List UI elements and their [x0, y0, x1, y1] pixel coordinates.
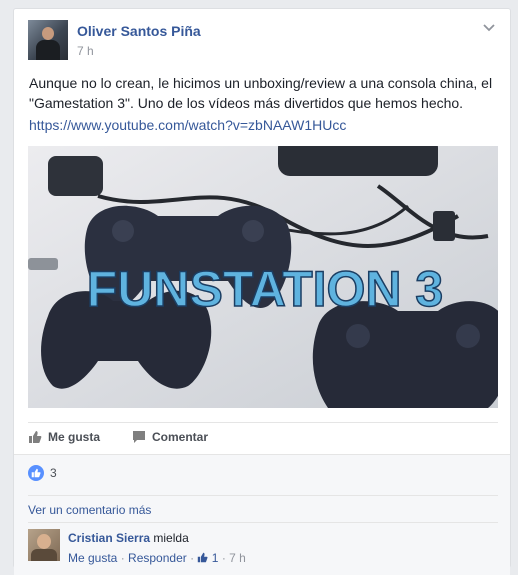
comment-reply-link[interactable]: Responder	[128, 551, 187, 565]
comment-like-count[interactable]: 1	[197, 551, 221, 565]
meta-separator: ·	[190, 551, 195, 565]
comment-like-link[interactable]: Me gusta	[68, 551, 117, 565]
like-reaction-icon	[28, 465, 44, 481]
comment-button-label: Comentar	[152, 430, 209, 444]
divider	[28, 522, 498, 523]
reaction-count: 3	[50, 466, 57, 480]
meta-separator: ·	[120, 551, 125, 565]
view-more-comments-link[interactable]: Ver un comentario más	[28, 503, 151, 517]
meta-separator: ·	[221, 551, 226, 565]
post-card: Oliver Santos Piña 7 h Aunque no lo crea…	[13, 8, 511, 575]
comment-icon	[133, 431, 145, 443]
commenter-avatar[interactable]	[28, 529, 60, 561]
thumbs-up-icon	[29, 431, 42, 443]
comment-button[interactable]: Comentar	[132, 430, 208, 444]
comment-timestamp[interactable]: 7 h	[229, 551, 246, 565]
comment-meta: Me gusta · Responder · 1 · 7 h	[68, 551, 246, 565]
author-name[interactable]: Oliver Santos Piña	[77, 23, 201, 39]
commenter-name[interactable]: Cristian Sierra	[68, 531, 150, 545]
comment-text: mielda	[153, 531, 189, 545]
post-timestamp[interactable]: 7 h	[77, 44, 94, 58]
comment-likes-number: 1	[211, 551, 219, 565]
action-bar: Me gusta Comentar	[28, 422, 498, 453]
post-text: Aunque no lo crean, le hicimos un unboxi…	[29, 75, 493, 111]
reaction-summary[interactable]: 3	[28, 465, 57, 481]
comments-section: 3 Ver un comentario más Cristian Sierra …	[14, 454, 510, 575]
post-video-image[interactable]: FUNSTATION 3	[28, 146, 498, 408]
chevron-down-icon[interactable]	[482, 23, 496, 33]
video-title-text: FUNSTATION 3	[87, 261, 443, 317]
like-button-label: Me gusta	[48, 430, 101, 444]
post-link[interactable]: https://www.youtube.com/watch?v=zbNAAW1H…	[29, 117, 346, 133]
like-button[interactable]: Me gusta	[28, 430, 100, 444]
comment-body: Cristian Sierra mielda	[68, 531, 189, 545]
divider	[28, 495, 498, 496]
author-avatar[interactable]	[28, 20, 68, 60]
